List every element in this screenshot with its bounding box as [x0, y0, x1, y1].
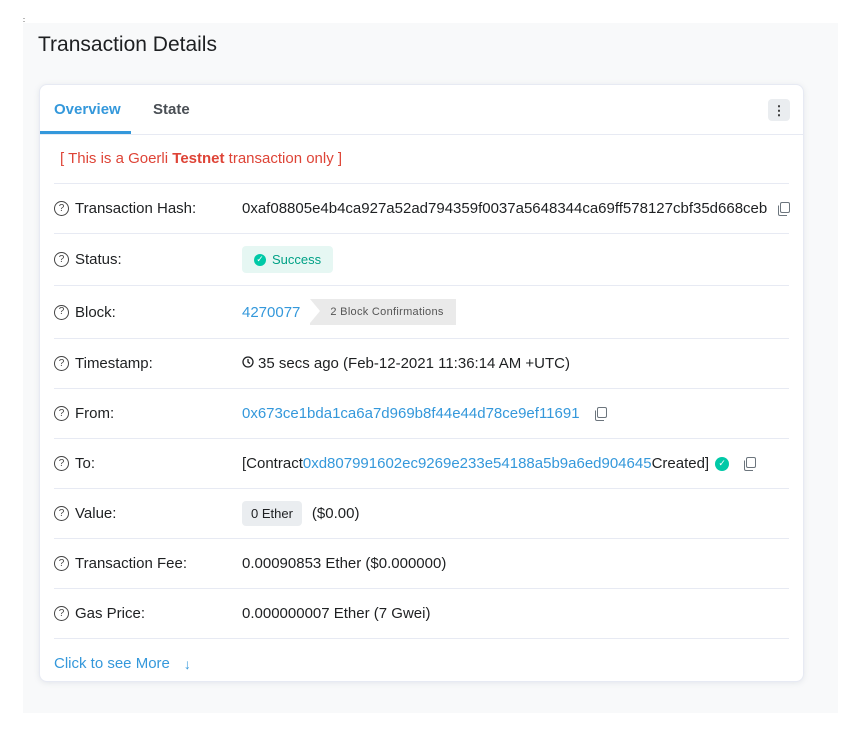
copy-icon[interactable] [594, 406, 607, 421]
tab-bar: Overview State ⋮ [40, 85, 803, 135]
row-status: ? Status: ✓ Success [54, 233, 789, 285]
transaction-hash-value: 0xaf08805e4b4ca927a52ad794359f0037a56483… [242, 200, 768, 217]
row-timestamp: ? Timestamp: 35 secs ago (Feb-12-2021 11:… [54, 338, 789, 388]
to-label: To: [75, 455, 96, 472]
transaction-fee-label: Transaction Fee: [75, 555, 187, 572]
to-suffix: Created] [651, 455, 710, 472]
question-circle-icon[interactable]: ? [54, 456, 69, 471]
block-confirmations-badge: 2 Block Confirmations [310, 299, 456, 325]
value-usd: ($0.00) [311, 505, 360, 522]
details-list: ? Transaction Hash: 0xaf08805e4b4ca927a52… [54, 183, 791, 689]
value-label: Value: [75, 505, 117, 522]
row-to: ? To: [Contract 0xd807991602ec9269e233e54… [54, 438, 789, 488]
question-circle-icon[interactable]: ? [54, 406, 69, 421]
notice-suffix: transaction only ] [224, 150, 343, 167]
tab-overview[interactable]: Overview [54, 101, 121, 118]
row-see-more: Click to see More ↓ [54, 638, 789, 689]
gas-price-label: Gas Price: [75, 605, 146, 622]
row-from: ? From: 0x673ce1bda1ca6a7d969b8f44e44d78c… [54, 388, 789, 438]
status-value: Success [272, 252, 322, 267]
question-circle-icon[interactable]: ? [54, 556, 69, 571]
row-block: ? Block: 4270077 2 Block Confirmations [54, 285, 789, 338]
testnet-notice: [ This is a Goerli Testnet transaction o… [60, 150, 342, 167]
notice-prefix: [ This is a Goerli [60, 150, 173, 167]
vertical-dots-icon: ⋮ [772, 102, 786, 118]
page-title: Transaction Details [38, 33, 217, 56]
to-prefix: [Contract [242, 455, 303, 472]
gas-price-value: 0.000000007 Ether (7 Gwei) [242, 605, 431, 622]
active-tab-indicator [40, 131, 131, 134]
from-address-link[interactable]: 0x673ce1bda1ca6a7d969b8f44e44d78ce9ef116… [242, 405, 580, 422]
transaction-fee-value: 0.00090853 Ether ($0.000000) [242, 555, 447, 572]
question-circle-icon[interactable]: ? [54, 506, 69, 521]
check-circle-icon: ✓ [715, 456, 730, 471]
question-circle-icon[interactable]: ? [54, 304, 69, 320]
notice-bold: Testnet [172, 150, 225, 167]
timestamp-value: 35 secs ago (Feb-12-2021 11:36:14 AM +UT… [258, 355, 570, 372]
row-transaction-fee: ? Transaction Fee: 0.00090853 Ether ($0.0… [54, 538, 789, 588]
copy-icon[interactable] [777, 201, 791, 216]
tab-state[interactable]: State [153, 101, 190, 118]
copy-icon[interactable] [743, 456, 757, 471]
timestamp-label: Timestamp: [75, 355, 153, 372]
contract-address-link[interactable]: 0xd807991602ec9269e233e54188a5b9a6ed9046… [303, 455, 652, 472]
arrow-down-icon: ↓ [183, 655, 191, 672]
question-circle-icon[interactable]: ? [54, 252, 69, 267]
block-label: Block: [75, 303, 116, 321]
check-circle-icon: ✓ [254, 253, 266, 266]
see-more-label: Click to see More [54, 655, 170, 672]
ether-value-badge: 0 Ether [242, 501, 302, 526]
transaction-card: Overview State ⋮ [ This is a Goerli Test… [39, 84, 804, 682]
resize-handle-icon: ⋮ [20, 17, 28, 26]
more-options-button[interactable]: ⋮ [768, 99, 790, 121]
row-gas-price: ? Gas Price: 0.000000007 Ether (7 Gwei) [54, 588, 789, 638]
status-label: Status: [75, 251, 122, 268]
clock-icon [242, 356, 254, 371]
question-circle-icon[interactable]: ? [54, 606, 69, 621]
question-circle-icon[interactable]: ? [54, 356, 69, 371]
row-transaction-hash: ? Transaction Hash: 0xaf08805e4b4ca927a52… [54, 183, 791, 233]
transaction-hash-label: Transaction Hash: [75, 200, 197, 217]
question-circle-icon[interactable]: ? [54, 201, 69, 216]
block-number-link[interactable]: 4270077 [242, 304, 300, 321]
row-value: ? Value: 0 Ether ($0.00) [54, 488, 789, 538]
transaction-details-panel: Transaction Details Overview State ⋮ [ T… [23, 23, 838, 713]
from-label: From: [75, 405, 115, 422]
status-badge: ✓ Success [242, 246, 334, 273]
see-more-link[interactable]: Click to see More ↓ [54, 655, 191, 672]
